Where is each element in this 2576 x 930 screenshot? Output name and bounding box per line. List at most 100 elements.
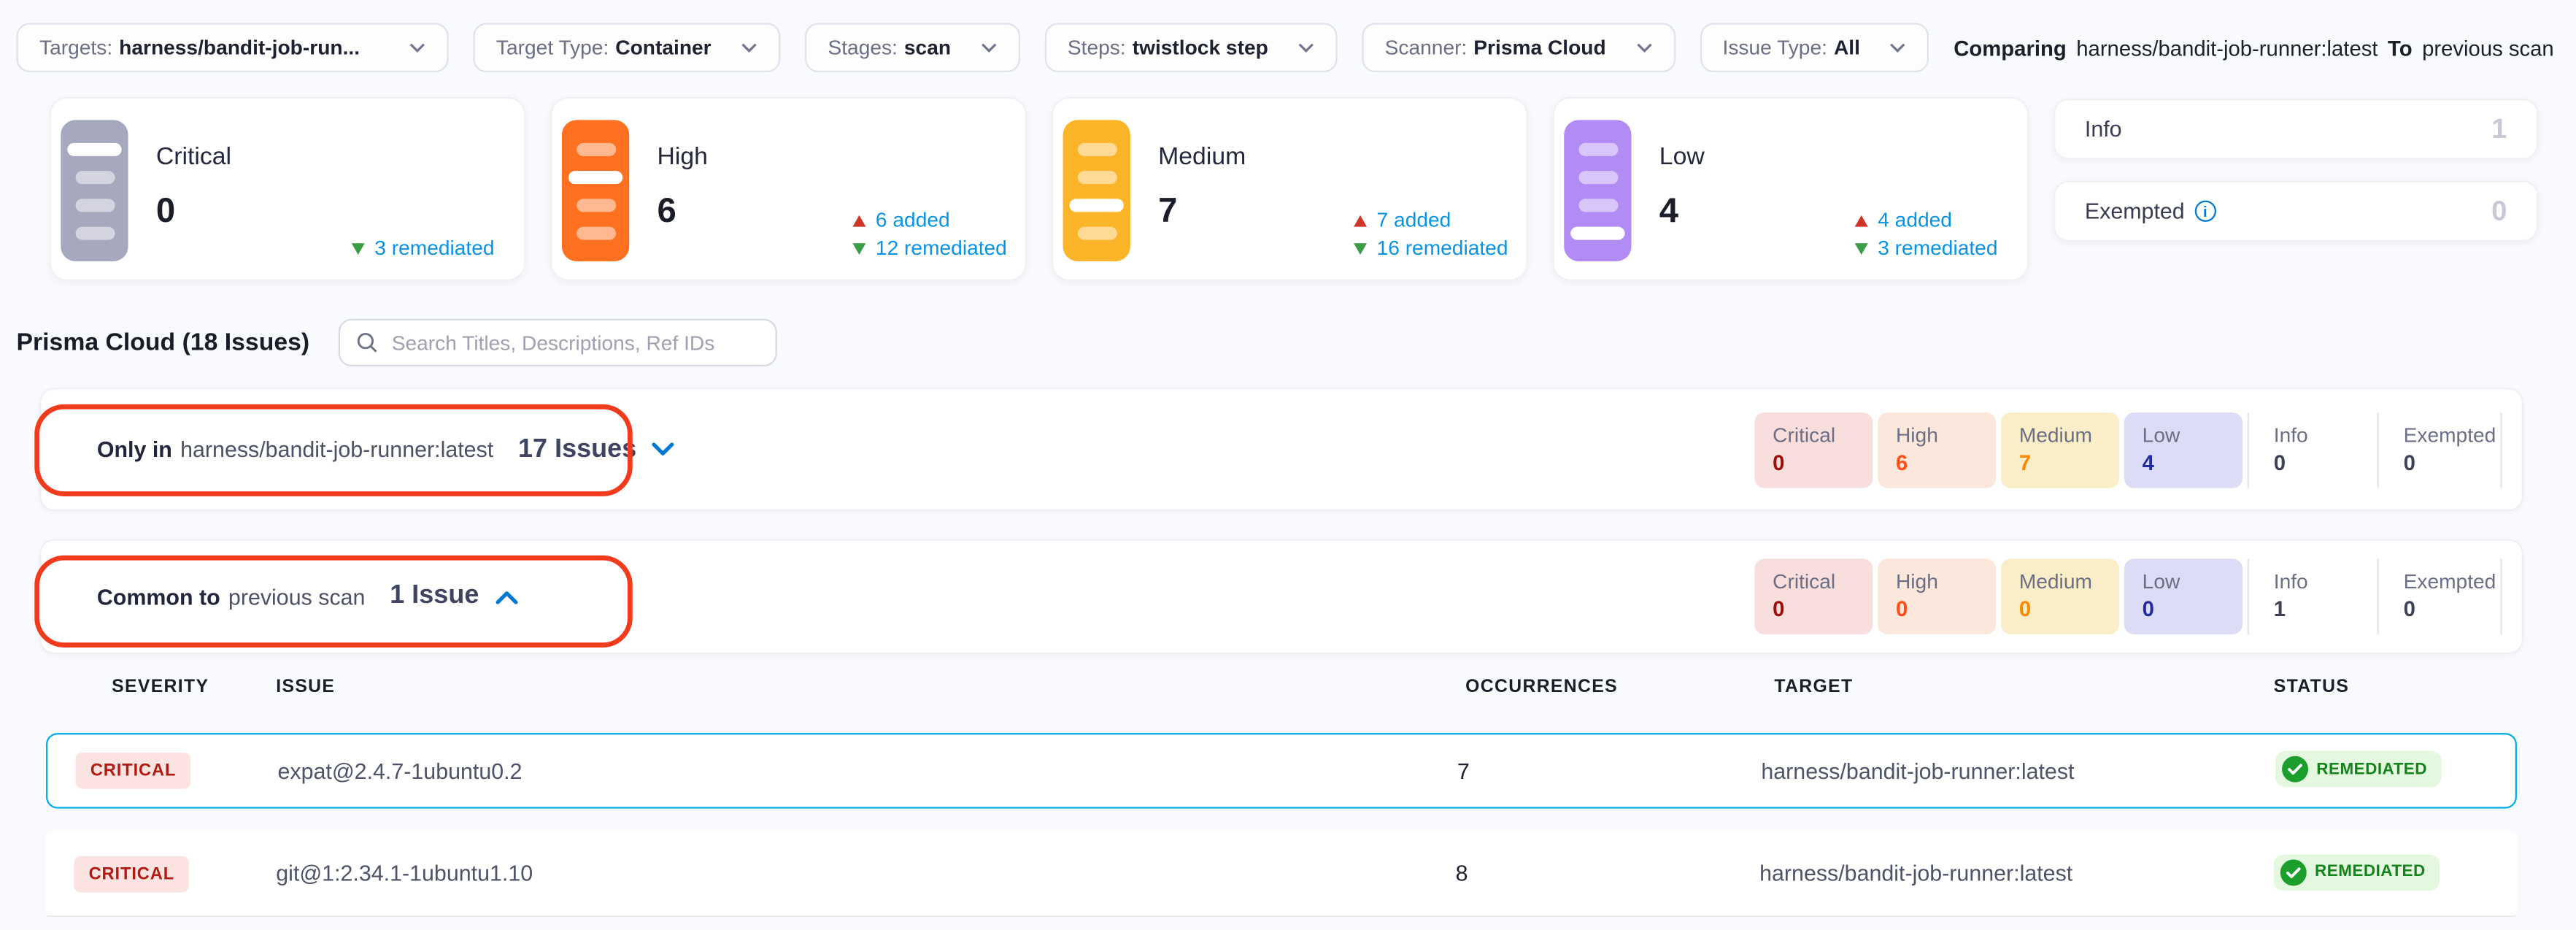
- low-card[interactable]: Low 4 4 added 3 remediated: [1552, 97, 2029, 281]
- info-card[interactable]: Info 1: [2054, 99, 2538, 159]
- info-circle-icon: [2194, 201, 2216, 222]
- filter-issue-type-value: All: [1834, 36, 1860, 60]
- occurrences-count: 7: [1454, 758, 1761, 783]
- group-common-to-previous[interactable]: Common to previous scan 1 Issue Critical…: [39, 539, 2523, 654]
- chevron-down-icon: [1889, 43, 1906, 53]
- comparing-target: harness/bandit-job-runner:latest: [2076, 35, 2378, 60]
- medium-card-deltas: 7 added 16 remediated: [1354, 204, 1508, 260]
- status-badge: REMEDIATED: [2275, 751, 2442, 788]
- group-prefix: Only in: [97, 437, 172, 462]
- chip-critical: Critical0: [1754, 412, 1873, 488]
- issue-name[interactable]: expat@2.4.7-1ubuntu0.2: [277, 758, 1454, 783]
- high-card[interactable]: High 6 6 added 12 remediated: [550, 97, 1027, 281]
- chip-low: Low0: [2124, 558, 2243, 634]
- chevron-down-icon: [1635, 43, 1652, 53]
- decrease-triangle-icon: [352, 242, 365, 254]
- low-card-label: Low: [1659, 143, 2027, 171]
- group-prefix: Common to: [97, 584, 220, 609]
- filter-steps-label: Steps:: [1068, 36, 1126, 60]
- column-occurrences: OCCURRENCES: [1452, 677, 1759, 697]
- decrease-triangle-icon: [1855, 242, 1868, 254]
- filter-steps-value: twistlock step: [1133, 36, 1268, 60]
- decrease-triangle-icon: [852, 242, 865, 254]
- filter-steps[interactable]: Steps: twistlock step: [1044, 23, 1337, 73]
- severity-chips: Critical0 High0 Medium0 Low0 Info1 Exemp…: [1754, 558, 2502, 634]
- medium-card[interactable]: Medium 7 7 added 16 remediated: [1052, 97, 1528, 281]
- column-target: TARGET: [1759, 677, 2259, 697]
- increase-triangle-icon: [852, 215, 865, 226]
- increase-triangle-icon: [1855, 215, 1868, 226]
- table-row[interactable]: CRITICAL expat@2.4.7-1ubuntu0.2 7 harnes…: [46, 733, 2517, 809]
- issues-section-header: Prisma Cloud (18 Issues): [17, 319, 2560, 366]
- low-added-text: 4 added: [1878, 209, 1952, 232]
- filter-targets-label: Targets:: [39, 36, 112, 60]
- filter-target-type[interactable]: Target Type: Container: [473, 23, 780, 73]
- info-card-count: 1: [2491, 112, 2507, 145]
- scan-results-page: Targets: harness/bandit-job-run... Targe…: [0, 0, 2576, 930]
- medium-added-text: 7 added: [1377, 209, 1451, 232]
- severity-summary-row: Critical 0 3 remediated High 6 6 added 1…: [50, 97, 2539, 281]
- chevron-down-icon[interactable]: [651, 442, 676, 457]
- comparing-baseline: previous scan: [2422, 35, 2554, 60]
- chip-critical: Critical0: [1754, 558, 1873, 634]
- group-scope: harness/bandit-job-runner:latest: [180, 437, 493, 462]
- chip-medium: Medium0: [2001, 558, 2119, 634]
- increase-triangle-icon: [1354, 215, 1367, 226]
- high-severity-icon: [562, 120, 629, 261]
- search-box[interactable]: [339, 319, 778, 366]
- occurrences-count: 8: [1452, 861, 1759, 886]
- group-issue-count: 1 Issue: [390, 582, 479, 612]
- column-status: STATUS: [2259, 677, 2517, 697]
- status-text: REMEDIATED: [2316, 760, 2427, 778]
- chip-high: High0: [1878, 558, 1996, 634]
- column-severity: SEVERITY: [46, 677, 276, 697]
- filter-targets-value: harness/bandit-job-run...: [119, 36, 360, 60]
- status-text: REMEDIATED: [2315, 863, 2426, 881]
- table-row[interactable]: CRITICAL git@1:2.34.1-1ubuntu1.10 8 harn…: [46, 831, 2517, 917]
- issues-table-header: SEVERITY ISSUE OCCURRENCES TARGET STATUS: [46, 677, 2517, 697]
- filter-scanner[interactable]: Scanner: Prisma Cloud: [1362, 23, 1675, 73]
- exempted-card[interactable]: Exempted 0: [2054, 181, 2538, 242]
- target-name: harness/bandit-job-runner:latest: [1759, 861, 2259, 886]
- high-added-text: 6 added: [876, 209, 950, 232]
- comparing-summary: Comparing harness/bandit-job-runner:lates…: [1954, 35, 2557, 60]
- chip-low: Low4: [2124, 412, 2243, 488]
- filter-stages-value: scan: [904, 36, 951, 60]
- severity-badge: CRITICAL: [76, 753, 191, 789]
- filter-issue-type[interactable]: Issue Type: All: [1700, 23, 1929, 73]
- group-only-in-target[interactable]: Only in harness/bandit-job-runner:latest…: [39, 388, 2523, 511]
- filter-scanner-value: Prisma Cloud: [1473, 36, 1605, 60]
- critical-card-count: 0: [156, 192, 524, 231]
- chevron-down-icon: [409, 43, 426, 53]
- section-title: Prisma Cloud (18 Issues): [17, 328, 310, 356]
- column-issue: ISSUE: [276, 677, 1452, 697]
- filter-targets[interactable]: Targets: harness/bandit-job-run...: [17, 23, 449, 73]
- severity-badge: CRITICAL: [74, 856, 189, 892]
- chevron-down-icon: [741, 43, 757, 53]
- chip-info: Info1: [2248, 558, 2372, 634]
- low-card-deltas: 4 added 3 remediated: [1855, 204, 1998, 260]
- group-scope: previous scan: [228, 584, 366, 609]
- low-remediated-text: 3 remediated: [1878, 237, 1997, 260]
- chevron-down-icon: [1297, 43, 1314, 53]
- info-card-label: Info: [2085, 117, 2122, 142]
- issue-name[interactable]: git@1:2.34.1-1ubuntu1.10: [276, 861, 1452, 886]
- check-circle-icon: [2282, 756, 2308, 783]
- exempted-card-label: Exempted: [2085, 199, 2216, 223]
- search-input[interactable]: [392, 331, 760, 355]
- high-card-label: High: [658, 143, 1025, 171]
- high-card-deltas: 6 added 12 remediated: [852, 204, 1006, 260]
- chip-exempted: Exempted0: [2378, 558, 2502, 634]
- chevron-up-icon[interactable]: [494, 589, 519, 604]
- side-card-column: Info 1 Exempted 0: [2054, 97, 2538, 281]
- comparing-label: Comparing: [1954, 35, 2066, 60]
- filter-stages[interactable]: Stages: scan: [805, 23, 1020, 73]
- medium-card-label: Medium: [1158, 143, 1526, 171]
- low-severity-icon: [1564, 120, 1631, 261]
- chip-info: Info0: [2248, 412, 2372, 488]
- group-issue-count: 17 Issues: [518, 434, 636, 464]
- filter-target-type-value: Container: [615, 36, 711, 60]
- filter-stages-label: Stages:: [828, 36, 897, 60]
- chevron-down-icon: [981, 43, 998, 53]
- critical-card[interactable]: Critical 0 3 remediated: [50, 97, 526, 281]
